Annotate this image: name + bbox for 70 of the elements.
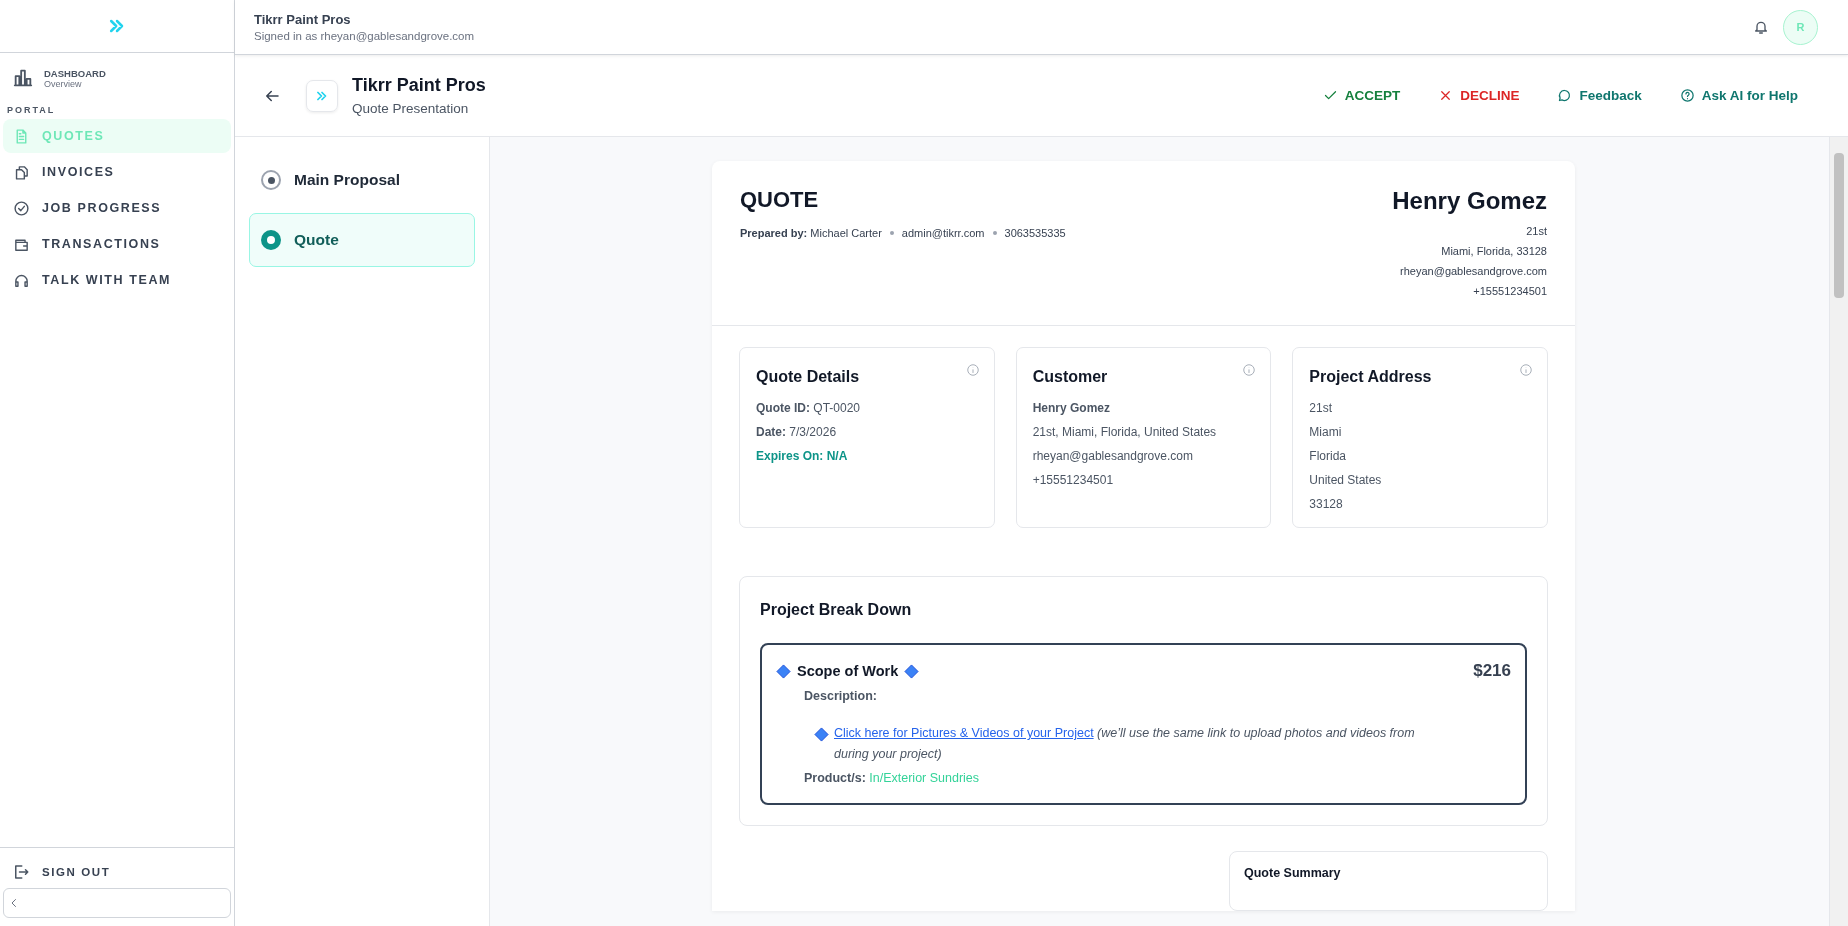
scope-title: Scope of Work [797,663,899,679]
page-title: Tikrr Paint Pros [352,75,487,96]
card-line: +15551234501 [1032,472,1115,489]
preparer-email: admin@tikrr.com [901,227,985,239]
bar-chart-icon [12,67,34,89]
separator-dot [889,231,894,235]
diamond-icon [776,663,791,679]
card-title: Customer [1032,368,1108,386]
decline-button[interactable]: DECLINE [1438,88,1520,103]
scrollbar[interactable] [1829,137,1848,926]
customer-name: Henry Gomez [1392,187,1547,215]
help-button[interactable]: Ask AI for Help [1679,88,1798,103]
card-line: Quote ID: QT-0020 [756,400,862,417]
card-line: Florida [1309,448,1347,465]
speech-bubble-icon [1557,88,1573,103]
section-label: PORTAL [6,104,57,117]
sidebar-item[interactable]: TRANSACTIONS [42,237,161,251]
info-icon[interactable] [965,363,980,377]
card-title: Quote Details [756,368,860,386]
diamond-icon [904,663,920,679]
info-icon[interactable] [1519,363,1533,377]
products-label: Product/s: [804,771,866,785]
card-line: United States [1309,472,1383,489]
company-name: Tikrr Paint Pros [254,12,352,27]
radio-icon [261,230,281,250]
copy-icon [13,163,30,181]
sidebar-item[interactable]: JOB PROGRESS [42,201,162,215]
card-line: 21st, Miami, Florida, United States [1032,424,1218,441]
card-line: 21st [1309,400,1333,417]
breakdown-title: Project Break Down [760,601,913,619]
sign-out-icon [12,863,30,881]
customer-detail: +15551234501 [1472,284,1547,299]
product-name: In/Exterior Sundries [869,771,980,785]
card-title: Project Address [1309,368,1432,386]
card-line: Expires On: N/A [756,448,849,465]
card-line: Henry Gomez [1032,400,1111,417]
info-icon[interactable] [1242,363,1257,377]
prepared-by-text: Prepared by: Michael Carter [740,227,882,239]
card-line: rheyan@gablesandgrove.com [1032,448,1194,465]
nav-item-label[interactable]: DASHBOARD [44,67,106,79]
description-text: Click here for Pictures & Videos of your Project (we’ll use the same link to upload photos and videos from during your project) [834,725,1416,763]
check-circle-icon [13,199,30,217]
sidebar-item[interactable]: TALK WITH TEAM [42,273,172,287]
collapse-sidebar-button[interactable] [3,888,231,918]
preparer-phone: 3063535335 [1004,227,1066,239]
sign-out-link[interactable]: SIGN OUT [42,866,111,878]
customer-detail: 21st [1525,224,1547,239]
nav-item-sublabel: Overview [44,78,83,89]
section-tab[interactable]: Main Proposal [249,153,475,207]
section-tab[interactable]: Quote [249,213,475,267]
customer-detail: rheyan@gablesandgrove.com [1399,264,1547,279]
card-line: 33128 [1309,496,1344,513]
page-subtitle: Quote Presentation [352,101,470,116]
question-circle-icon [1679,88,1695,103]
bell-icon[interactable] [1753,19,1769,35]
sidebar-item[interactable]: INVOICES [42,165,115,179]
feedback-button[interactable]: Feedback [1557,88,1642,103]
radio-icon [261,170,281,190]
card-line: Miami [1309,424,1343,441]
separator-dot [992,231,997,235]
diamond-icon [814,727,829,742]
customer-detail: Miami, Florida, 33128 [1440,244,1547,259]
accept-button[interactable]: ACCEPT [1322,88,1401,103]
quote-heading: QUOTE [740,187,820,213]
card-line: Date: 7/3/2026 [756,424,838,441]
pictures-videos-link[interactable]: Click here for Pictures & Videos of your Project [834,726,1094,740]
description-label: Description: [804,689,878,703]
scope-price: $216 [1473,661,1511,681]
signed-in-text: Signed in as rheyan@gablesandgrove.com [254,30,476,42]
summary-title: Quote Summary [1244,866,1342,880]
